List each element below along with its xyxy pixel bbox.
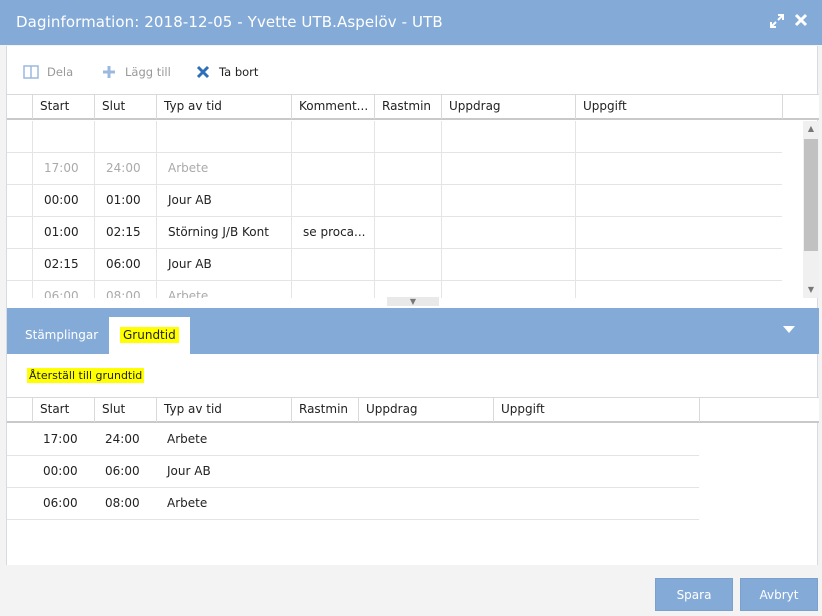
table-row[interactable]: 00:00 06:00 Jour AB [7, 456, 699, 488]
reset-to-base-time-link[interactable]: Återställ till grundtid [27, 368, 145, 383]
col-header-rastmin[interactable]: Rastmin [291, 398, 358, 422]
window-titlebar: Daginformation: 2018-12-05 - Yvette UTB.… [0, 0, 822, 45]
split-button-label: Dela [47, 65, 74, 79]
tab-stamplingar[interactable]: Stämplingar [14, 317, 109, 354]
vertical-scrollbar[interactable]: ▲ ▼ [803, 121, 819, 298]
splitter-handle[interactable]: ▼ [387, 297, 439, 306]
delete-button[interactable]: Ta bort [195, 63, 258, 81]
base-time-grid: Start Slut Typ av tid Rastmin Uppdrag Up… [7, 397, 819, 565]
table-row[interactable]: 00:00 01:00 Jour AB [7, 185, 782, 217]
table-row[interactable] [7, 121, 782, 153]
collapse-chevron-icon[interactable] [781, 325, 797, 337]
toolbar: Dela Lägg till Ta bort [7, 46, 819, 94]
col-header-typ[interactable]: Typ av tid [156, 95, 291, 119]
delete-x-icon [195, 64, 211, 80]
cancel-button[interactable]: Avbryt [740, 578, 818, 611]
window-title: Daginformation: 2018-12-05 - Yvette UTB.… [16, 13, 443, 31]
save-button[interactable]: Spara [655, 578, 733, 611]
grid-header: Start Slut Typ av tid Rastmin Uppdrag Up… [7, 397, 819, 423]
table-row[interactable]: 06:00 08:00 Arbete [7, 281, 782, 298]
close-icon[interactable] [792, 13, 810, 31]
grid-body: 17:00 24:00 Arbete 00:00 01:00 Jour AB 0… [7, 121, 803, 298]
table-row[interactable]: 01:00 02:15 Störning J/B Kont se proca..… [7, 217, 782, 249]
add-button-label: Lägg till [125, 65, 171, 79]
col-header-spacer [699, 398, 819, 422]
delete-button-label: Ta bort [219, 65, 259, 79]
maximize-icon[interactable] [768, 13, 786, 31]
grid-header: Start Slut Typ av tid Komment... Rastmin… [7, 94, 819, 120]
col-header-typ[interactable]: Typ av tid [156, 398, 291, 422]
col-header-uppgift[interactable]: Uppgift [493, 398, 699, 422]
col-header-uppgift[interactable]: Uppgift [575, 95, 782, 119]
scrollbar-thumb[interactable] [804, 139, 818, 251]
col-header-start[interactable]: Start [32, 95, 94, 119]
col-header-spacer [782, 95, 819, 119]
tabs-bar: Stämplingar Grundtid [7, 308, 819, 354]
table-row[interactable]: 17:00 24:00 Arbete [7, 424, 699, 456]
tab-grundtid-label: Grundtid [120, 327, 179, 343]
plus-icon [101, 64, 117, 80]
scroll-down-icon[interactable]: ▼ [803, 282, 819, 298]
table-row[interactable]: 17:00 24:00 Arbete [7, 153, 782, 185]
tab-grundtid[interactable]: Grundtid [109, 317, 190, 354]
col-header-slut[interactable]: Slut [94, 95, 156, 119]
table-row[interactable]: 06:00 08:00 Arbete [7, 488, 699, 520]
content-panel: Dela Lägg till Ta bort Start Slut Typ av… [6, 46, 819, 565]
table-row[interactable]: 02:15 06:00 Jour AB [7, 249, 782, 281]
add-button[interactable]: Lägg till [101, 63, 171, 81]
col-header-start[interactable]: Start [32, 398, 94, 422]
col-header-uppdrag[interactable]: Uppdrag [358, 398, 493, 422]
col-header-uppdrag[interactable]: Uppdrag [441, 95, 575, 119]
col-header-kommentar[interactable]: Komment... [291, 95, 374, 119]
split-button[interactable]: Dela [23, 63, 73, 81]
split-icon [23, 64, 39, 80]
col-header-slut[interactable]: Slut [94, 398, 156, 422]
scroll-up-icon[interactable]: ▲ [803, 121, 819, 137]
col-header-rastmin[interactable]: Rastmin [374, 95, 441, 119]
